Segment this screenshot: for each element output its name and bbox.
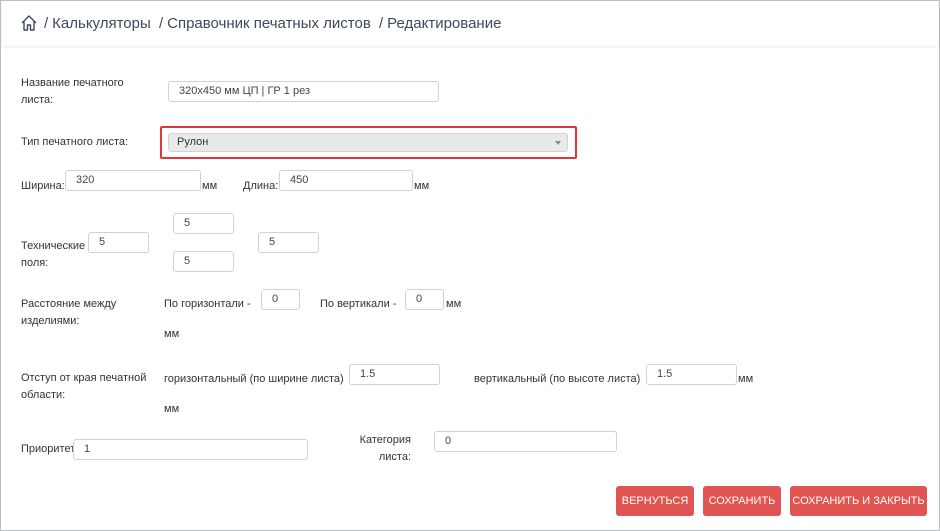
vertical-distance-label: По вертикали - xyxy=(320,298,397,310)
offset-label: Отступ от края печатной области: xyxy=(21,372,147,401)
tech-margins-label: Технические поля: xyxy=(21,240,86,269)
length-unit: мм xyxy=(414,180,430,192)
length-input[interactable]: 450 xyxy=(279,170,413,191)
distance-unit-horizontal: мм xyxy=(164,328,180,340)
chevron-down-icon xyxy=(555,141,561,145)
vertical-distance-input[interactable]: 0 xyxy=(405,289,444,310)
distance-label: Расстояние между изделиями: xyxy=(21,298,117,327)
type-label: Тип печатного листа: xyxy=(21,136,129,148)
width-label: Ширина: xyxy=(21,180,65,192)
name-label: Название печатного листа: xyxy=(21,77,124,106)
breadcrumb-sheets-directory[interactable]: Справочник печатных листов xyxy=(167,15,371,32)
horizontal-distance-input[interactable]: 0 xyxy=(261,289,300,310)
length-label: Длина: xyxy=(243,180,279,192)
save-and-close-button[interactable]: СОХРАНИТЬ И ЗАКРЫТЬ xyxy=(790,486,927,516)
offset-vertical-input[interactable]: 1.5 xyxy=(646,364,737,385)
offset-horizontal-input[interactable]: 1.5 xyxy=(349,364,440,385)
name-input[interactable]: 320х450 мм ЦП | ГР 1 рез xyxy=(168,81,439,102)
tech-margin-left-input[interactable]: 5 xyxy=(88,232,149,253)
priority-input[interactable]: 1 xyxy=(73,439,308,460)
breadcrumb-calculators[interactable]: Калькуляторы xyxy=(52,15,151,32)
back-button[interactable]: ВЕРНУТЬСЯ xyxy=(616,486,694,516)
horizontal-distance-label: По горизонтали - xyxy=(164,298,251,310)
save-button[interactable]: СОХРАНИТЬ xyxy=(703,486,781,516)
category-label: Категория листа: xyxy=(359,434,411,463)
category-input[interactable]: 0 xyxy=(434,431,617,452)
edit-form: Название печатного листа: 320х450 мм ЦП … xyxy=(2,49,938,529)
offset-horizontal-label: горизонтальный (по ширине листа) xyxy=(164,373,344,385)
tech-margin-bottom-input[interactable]: 5 xyxy=(173,251,234,272)
priority-label: Приоритет xyxy=(21,443,76,455)
width-unit: мм xyxy=(202,180,218,192)
header-bar: / Калькуляторы / Справочник печатных листо… xyxy=(2,2,938,46)
breadcrumb-editing: Редактирование xyxy=(387,15,502,32)
type-select-value: Рулон xyxy=(177,136,209,148)
tech-margin-right-input[interactable]: 5 xyxy=(258,232,319,253)
offset-unit-horizontal: мм xyxy=(164,403,180,415)
breadcrumb: / Калькуляторы / Справочник печатных листо… xyxy=(44,15,502,32)
offset-unit-vertical: мм xyxy=(738,373,754,385)
home-icon[interactable] xyxy=(20,14,38,32)
width-input[interactable]: 320 xyxy=(65,170,201,191)
app-window: / Калькуляторы / Справочник печатных листо… xyxy=(0,0,940,531)
type-select[interactable]: Рулон xyxy=(168,133,568,152)
offset-vertical-label: вертикальный (по высоте листа) xyxy=(474,373,641,385)
distance-unit-vertical: мм xyxy=(446,298,462,310)
tech-margin-top-input[interactable]: 5 xyxy=(173,213,234,234)
